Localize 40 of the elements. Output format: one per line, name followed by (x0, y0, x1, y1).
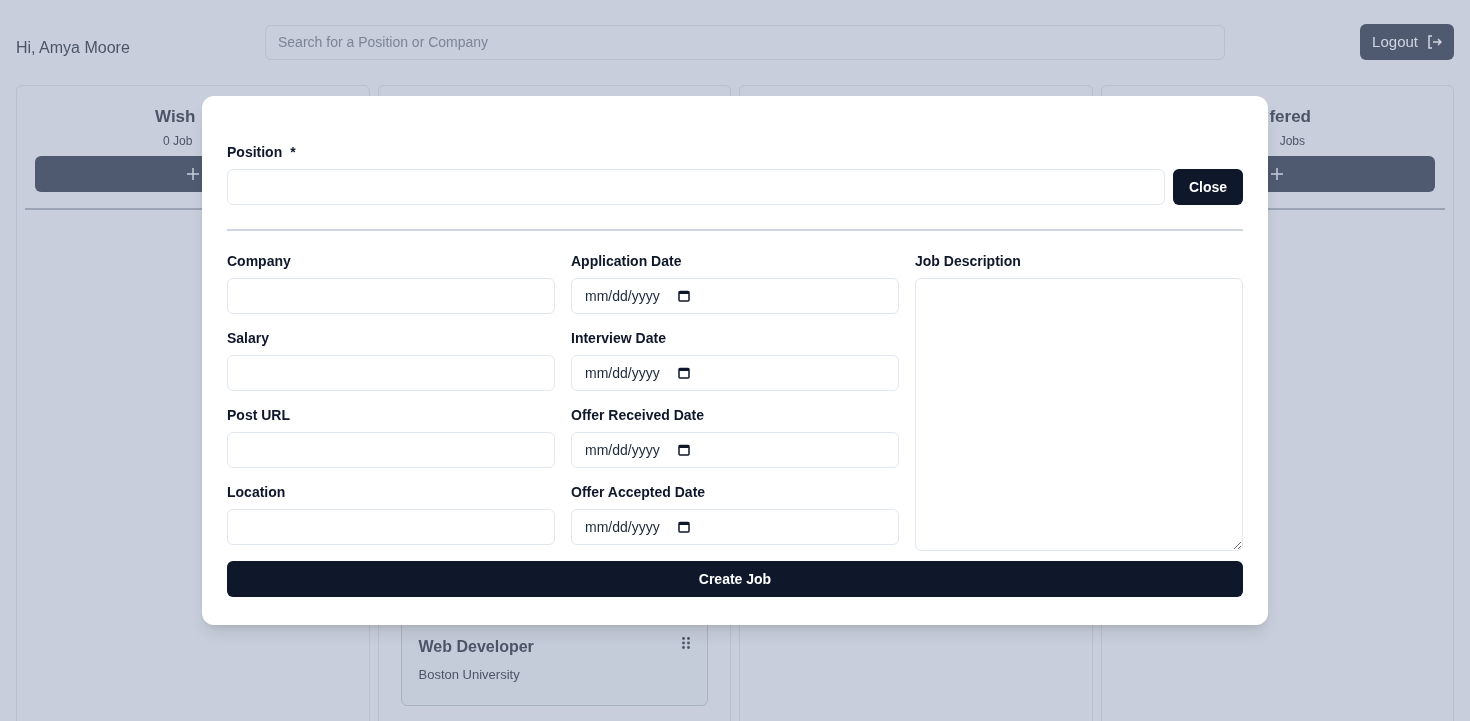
greeting: Hi, Amya Moore (16, 38, 131, 58)
calendar-icon (677, 444, 690, 456)
plus-icon (185, 167, 200, 181)
column-title: fered (1269, 106, 1311, 128)
date-field[interactable]: mm/dd/yyyy (571, 355, 899, 391)
input-field[interactable] (227, 355, 555, 391)
input-field[interactable] (227, 278, 555, 314)
date-field[interactable]: mm/dd/yyyy (571, 278, 899, 314)
field-label: Location (227, 483, 287, 502)
input-field[interactable] (227, 169, 1165, 205)
search-field[interactable]: Search for a Position or Company (265, 24, 1225, 60)
job-title: Web Developer (418, 637, 534, 657)
column-title: Wish (155, 106, 196, 128)
required-mark: * (290, 143, 296, 162)
drag-handle-icon[interactable] (682, 637, 690, 649)
calendar-icon (677, 521, 690, 533)
field-label: Post URL (227, 406, 291, 425)
close-button[interactable]: Close (1172, 169, 1243, 205)
plus-icon (1270, 167, 1285, 181)
logout-button[interactable]: Logout (1360, 24, 1454, 60)
job-count: Jobs (1279, 133, 1305, 150)
description-field[interactable] (915, 278, 1243, 551)
field-label: Job Description (915, 252, 1022, 271)
create-job-button[interactable]: Create Job (227, 561, 1243, 597)
calendar-icon (677, 367, 690, 379)
input-field[interactable] (227, 509, 555, 545)
logout-icon (1426, 34, 1442, 50)
field-label: Salary (227, 329, 271, 348)
company-name: Boston University (418, 666, 521, 684)
date-field[interactable]: mm/dd/yyyy (571, 509, 899, 545)
date-field[interactable]: mm/dd/yyyy (571, 432, 899, 468)
field-label: Position (227, 143, 283, 162)
job-count: 0 Job (163, 133, 193, 150)
field-label: Application Date (571, 252, 683, 271)
field-label: Company (227, 252, 292, 271)
field-label: Interview Date (571, 329, 667, 348)
field-label: Offer Accepted Date (571, 483, 707, 502)
field-label: Offer Received Date (571, 406, 706, 425)
input-field[interactable] (227, 432, 555, 468)
calendar-icon (677, 290, 690, 302)
